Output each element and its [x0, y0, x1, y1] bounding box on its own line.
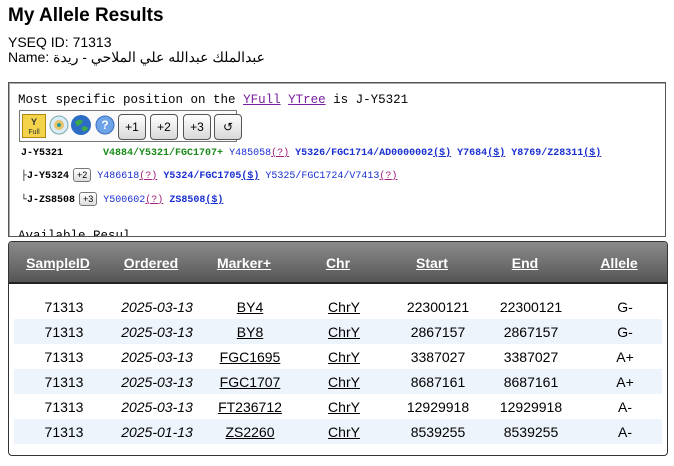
col-start[interactable]: Start: [387, 255, 477, 271]
snp-marker[interactable]: Y486618: [97, 171, 139, 182]
yfull-icon[interactable]: Y Full: [22, 114, 46, 138]
expand-branch-button[interactable]: +2: [73, 168, 92, 182]
help-icon[interactable]: ?: [94, 114, 116, 136]
page-title: My Allele Results: [8, 5, 164, 26]
snp-order-link[interactable]: ($): [583, 148, 601, 159]
haplogroup-label[interactable]: J-Y5321: [21, 148, 63, 159]
intro-text: Most specific position on the: [18, 93, 236, 107]
snp-order-link[interactable]: ($): [487, 148, 505, 159]
world-map-icon[interactable]: [70, 114, 92, 136]
snp-marker[interactable]: Y5324/FGC1705: [163, 171, 241, 182]
cell-allele: A+: [616, 374, 634, 390]
snp-order-link[interactable]: (?): [379, 171, 397, 182]
col-ordered[interactable]: Ordered: [106, 255, 196, 271]
haplogroup-text: is J-Y5321: [333, 93, 409, 107]
col-marker[interactable]: Marker+: [199, 255, 289, 271]
table-row: 71313 2025-03-13 FGC1695 ChrY 3387027 3387027…: [14, 344, 662, 369]
col-sampleid[interactable]: SampleID: [13, 255, 103, 271]
snp-marker[interactable]: Y7684: [457, 148, 487, 159]
tree-toolbar: Y Full ? +1 +2 +3 ↺: [19, 110, 242, 142]
table-row: 71313 2025-01-13 ZS2260 ChrY 8539255 8539255 A…: [14, 419, 662, 444]
table-row: 71313 2025-03-13 BY4 ChrY 22300121 22300121 G-: [14, 294, 662, 319]
name-value: عبدالملك عبدالله علي الملاحي - ريدة: [53, 49, 265, 65]
snp-order-link[interactable]: (?): [145, 195, 163, 206]
col-allele[interactable]: Allele: [574, 255, 664, 271]
yfull-icon-label: Full: [28, 129, 40, 136]
ytree-link[interactable]: YTree: [288, 93, 326, 107]
snp-order-link[interactable]: (?): [139, 171, 157, 182]
yfull-logo: Y Full: [28, 117, 40, 136]
col-end[interactable]: End: [480, 255, 570, 271]
snp-marker[interactable]: Y8769/Z28311: [511, 148, 583, 159]
expand-plus2-button[interactable]: +2: [150, 114, 178, 140]
svg-text:Y: Y: [31, 117, 37, 127]
specific-position-line: Most specific position on the YFull YTre…: [18, 93, 408, 107]
expand-plus3-button[interactable]: +3: [183, 114, 211, 140]
tree-row: └J-ZS8508 +3 Y500602(?) ZS8508($): [21, 192, 223, 206]
table-row: 71313 2025-03-13 FT236712 ChrY 12929918 12929…: [14, 394, 662, 419]
name-line: Name: عبدالملك عبدالله علي الملاحي - ريد…: [8, 49, 265, 66]
snp-order-link[interactable]: ($): [205, 195, 223, 206]
tree-row: J-Y5321 V4884/Y5321/FGC1707+ Y485058(?) Y…: [21, 148, 601, 159]
svg-text:?: ?: [101, 118, 108, 132]
expand-branch-button[interactable]: +3: [79, 192, 98, 206]
cell-allele: A+: [616, 349, 634, 365]
haplogroup-label[interactable]: ├J-Y5324: [21, 171, 69, 182]
table-header: SampleID Ordered Marker+ Chr Start End A…: [9, 242, 667, 284]
haplogroup-label[interactable]: └J-ZS8508: [21, 195, 75, 206]
cell-allele: A-: [618, 399, 632, 415]
snp-marker[interactable]: Y485058: [229, 148, 271, 159]
expand-plus1-button[interactable]: +1: [118, 114, 146, 140]
snp-order-link[interactable]: ($): [433, 148, 451, 159]
cell-allele: A-: [618, 424, 632, 440]
name-label: Name:: [8, 49, 50, 65]
tree-panel[interactable]: Most specific position on the YFull YTre…: [8, 82, 666, 237]
globe-small-icon[interactable]: [48, 114, 70, 136]
col-chr[interactable]: Chr: [293, 255, 383, 271]
snp-marker[interactable]: ZS8508: [169, 195, 205, 206]
results-table: SampleID Ordered Marker+ Chr Start End A…: [8, 241, 668, 456]
tree-row: ├J-Y5324 +2 Y486618(?) Y5324/FGC1705($) Y5…: [21, 168, 397, 182]
snp-order-link[interactable]: (?): [271, 148, 289, 159]
snp-marker[interactable]: Y500602: [103, 195, 145, 206]
snp-marker[interactable]: V4884/Y5321/FGC1707+: [103, 148, 223, 159]
snp-marker[interactable]: Y5325/FGC1724/V7413: [265, 171, 379, 182]
snp-marker[interactable]: Y5326/FGC1714/AD0000002: [295, 148, 433, 159]
cell-allele: G-: [617, 324, 633, 340]
yfull-link[interactable]: YFull: [243, 93, 281, 107]
table-row: 71313 2025-03-13 FGC1707 ChrY 8687161 8687161…: [14, 369, 662, 394]
cell-allele: G-: [617, 299, 633, 315]
table-row: 71313 2025-03-13 BY8 ChrY 2867157 2867157 G-: [14, 319, 662, 344]
available-results-heading: Available Resul: [18, 229, 131, 237]
yseq-id: YSEQ ID: 71313: [8, 34, 112, 50]
snp-order-link[interactable]: ($): [241, 171, 259, 182]
reset-button[interactable]: ↺: [214, 114, 242, 140]
